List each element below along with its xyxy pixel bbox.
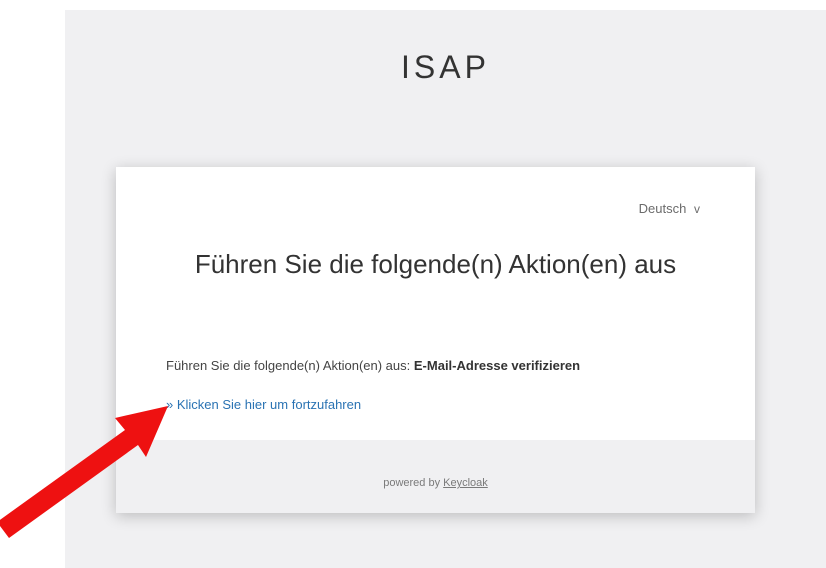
powered-by-prefix: powered by — [383, 477, 441, 489]
page-title: Führen Sie die folgende(n) Aktion(en) au… — [194, 249, 677, 279]
required-action-text: Führen Sie die folgende(n) Aktion(en) au… — [166, 358, 580, 373]
continue-link[interactable]: » Klicken Sie hier um fortzufahren — [166, 397, 361, 412]
powered-by-text: powered by Keycloak — [383, 477, 488, 489]
card-footer: powered by Keycloak — [116, 440, 755, 513]
login-card: Deutsch v Führen Sie die folgende(n) Akt… — [116, 167, 755, 513]
app-title: ISAP — [401, 49, 490, 85]
keycloak-link[interactable]: Keycloak — [443, 477, 488, 489]
chevron-down-icon: v — [694, 202, 700, 216]
screenshot-stage: ISAP Deutsch v Führen Sie die folgende(n… — [0, 0, 826, 568]
language-selector[interactable]: Deutsch v — [639, 201, 700, 216]
required-action-name: E-Mail-Adresse verifizieren — [413, 358, 581, 373]
instruction-prefix: Führen Sie die folgende(n) Aktion(en) au… — [166, 358, 411, 373]
language-label: Deutsch — [638, 201, 687, 216]
